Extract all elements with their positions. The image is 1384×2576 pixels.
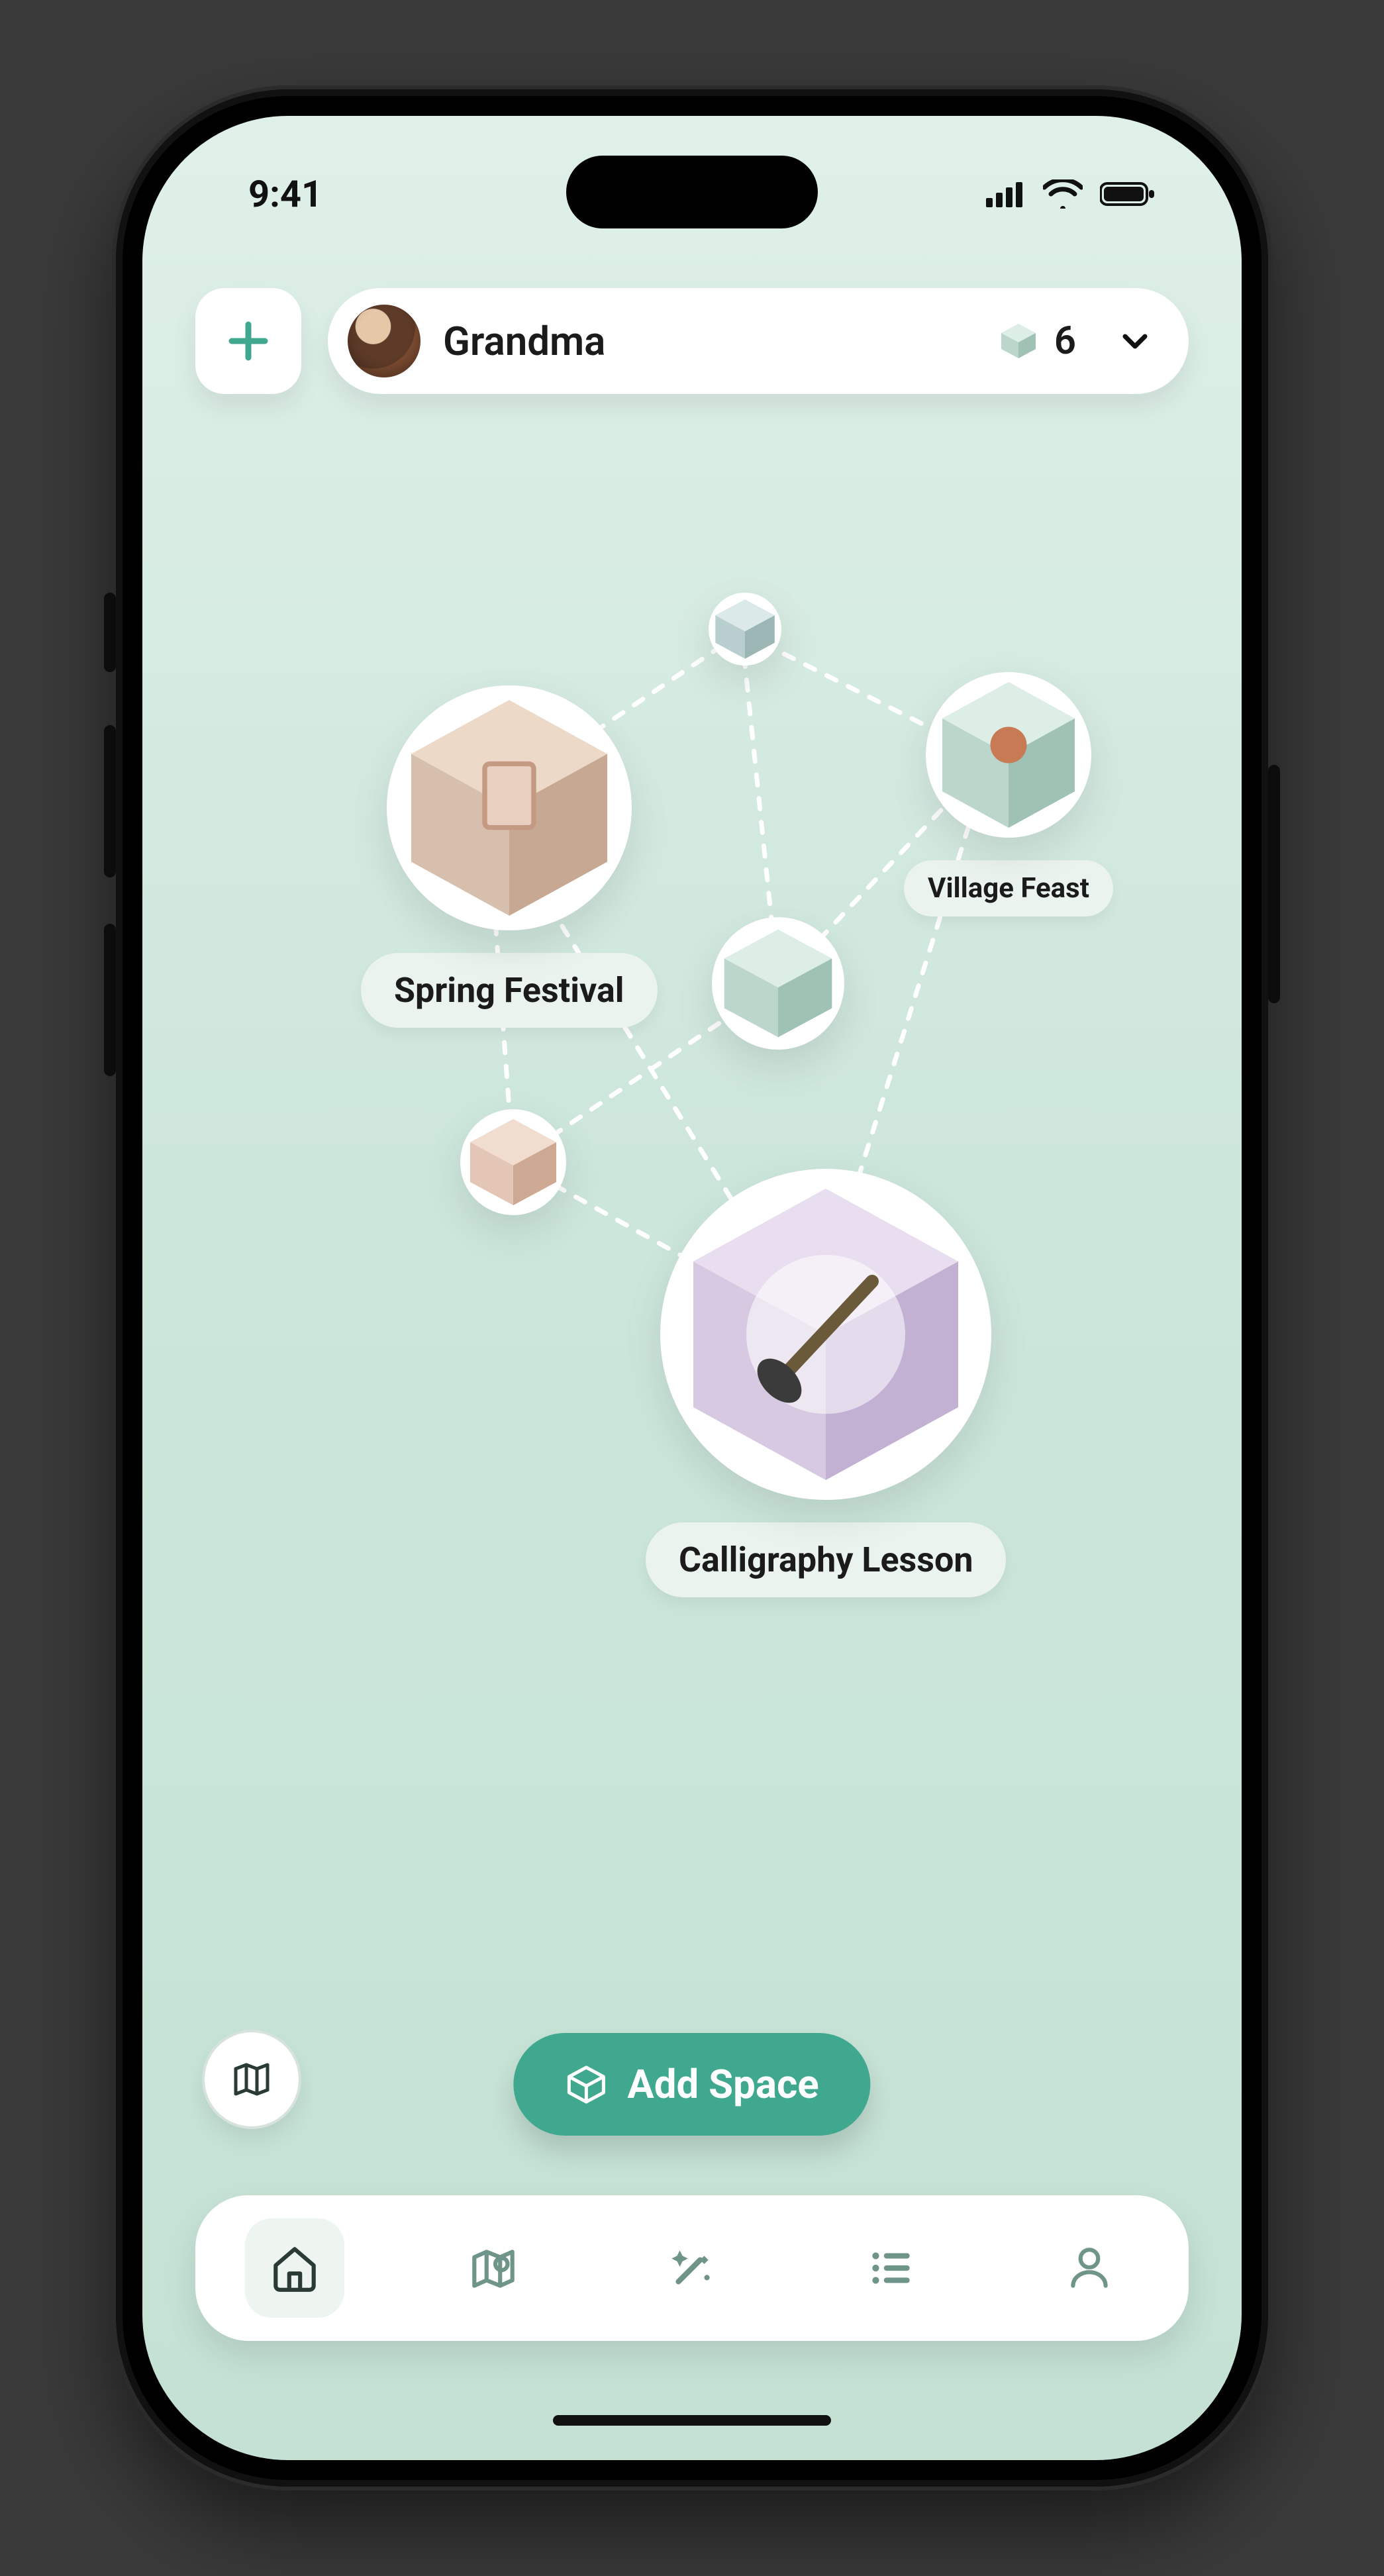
node-label: Spring Festival <box>361 953 658 1028</box>
node-label: Calligraphy Lesson <box>646 1522 1006 1597</box>
side-button <box>104 593 116 672</box>
nav-profile[interactable] <box>1040 2218 1139 2318</box>
nav-home[interactable] <box>245 2218 344 2318</box>
cube-icon <box>709 593 781 666</box>
profile-selector[interactable]: Grandma 6 <box>328 288 1189 394</box>
chevron-down-icon <box>1118 324 1152 358</box>
nav-map[interactable] <box>444 2218 543 2318</box>
list-icon <box>864 2241 918 2295</box>
add-space-button[interactable]: Add Space <box>513 2033 870 2136</box>
home-indicator <box>553 2415 831 2426</box>
space-count: 6 <box>997 319 1076 364</box>
phone-frame: 9:41 <box>116 89 1268 2487</box>
cube-icon <box>712 917 844 1050</box>
space-node-small-3[interactable] <box>460 1109 566 1215</box>
map-pin-icon <box>466 2241 520 2295</box>
plus-icon <box>225 318 272 364</box>
map-toggle-button[interactable] <box>202 2030 301 2129</box>
space-node-calligraphy[interactable]: Calligraphy Lesson <box>646 1169 1006 1597</box>
cube-outline-icon <box>565 2063 607 2106</box>
bottom-nav <box>195 2195 1189 2341</box>
wifi-icon <box>1043 179 1083 209</box>
node-label: Village Feast <box>904 860 1113 916</box>
battery-icon <box>1100 181 1156 207</box>
add-space-label: Add Space <box>627 2061 818 2108</box>
hex-icon <box>387 685 632 930</box>
hex-icon <box>926 672 1091 838</box>
cube-icon <box>997 320 1040 362</box>
space-count-number: 6 <box>1054 319 1076 364</box>
status-time: 9:41 <box>248 172 322 216</box>
map-icon <box>228 2056 275 2103</box>
space-node-small-2[interactable] <box>712 917 844 1050</box>
nav-magic[interactable] <box>642 2218 742 2318</box>
person-icon <box>1062 2241 1116 2295</box>
side-button <box>104 924 116 1076</box>
space-node-village-feast[interactable]: Village Feast <box>904 672 1113 916</box>
add-button[interactable] <box>195 288 301 394</box>
profile-name: Grandma <box>443 318 975 365</box>
hex-icon <box>660 1169 991 1500</box>
home-icon <box>268 2241 322 2295</box>
space-node-small-1[interactable] <box>709 593 781 666</box>
side-button <box>1268 765 1280 1003</box>
side-button <box>104 725 116 877</box>
dynamic-island <box>566 156 818 228</box>
nav-list[interactable] <box>841 2218 940 2318</box>
magic-wand-icon <box>665 2241 719 2295</box>
screen: 9:41 <box>142 116 1242 2460</box>
space-node-spring-festival[interactable]: Spring Festival <box>361 685 658 1028</box>
avatar <box>348 305 420 377</box>
cellular-icon <box>986 181 1026 207</box>
cube-icon <box>460 1109 566 1215</box>
status-indicators <box>986 179 1156 209</box>
